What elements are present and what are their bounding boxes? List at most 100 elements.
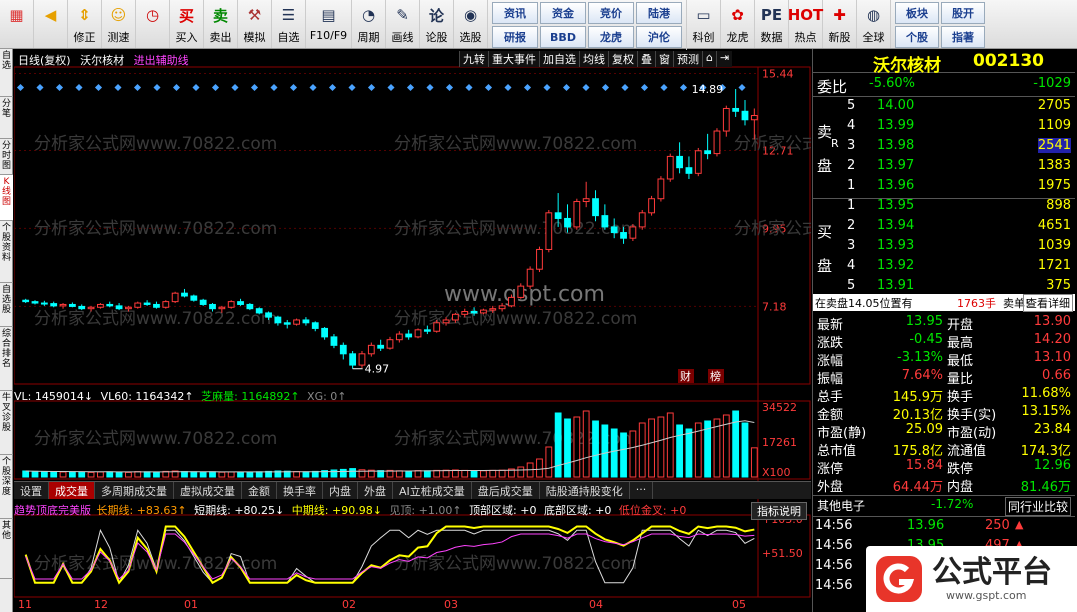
left-tab-4[interactable]: 个股资料: [0, 221, 13, 283]
toolbar-button-周期[interactable]: ◔ 周期: [352, 0, 386, 48]
quick-link-4[interactable]: 研报: [492, 26, 538, 48]
chart-tool-3[interactable]: 均线: [579, 51, 608, 67]
indicator-tab-11[interactable]: ···: [630, 482, 654, 499]
buy-level-row[interactable]: 3 13.93 1039: [813, 238, 1075, 258]
left-tab-8[interactable]: 个股深度: [0, 455, 13, 519]
sell-level: 5: [847, 98, 856, 113]
toolbar-button-龙虎[interactable]: ✿ 龙虎: [721, 0, 755, 48]
left-tab-7[interactable]: 牛叉诊股: [0, 391, 13, 455]
sell-level-row[interactable]: 5 14.00 2705: [813, 98, 1075, 118]
grid-icon: ▦: [9, 6, 24, 24]
indicator-tab-7[interactable]: 外盘: [358, 482, 393, 499]
toolbar-button-测速[interactable]: ☺ 测速: [102, 0, 136, 48]
toolbar-button-数据[interactable]: PE 数据: [755, 0, 789, 48]
toolbar-button-买入[interactable]: 买买入: [170, 0, 204, 48]
toolbar-button-新股[interactable]: ✚ 新股: [823, 0, 857, 48]
left-tab-6[interactable]: 综合排名: [0, 327, 13, 391]
cycle-icon: ◔: [361, 6, 376, 24]
quick-link-2[interactable]: 竞价: [588, 2, 634, 24]
buy-level-row[interactable]: 1 13.95 898: [813, 198, 1075, 218]
quick-link-6[interactable]: 龙虎: [588, 26, 634, 48]
indicator-tab-0[interactable]: 设置: [14, 482, 49, 499]
chart-tool-4[interactable]: 复权: [608, 51, 637, 67]
stat-label: 换手(实): [947, 408, 997, 423]
compare-industry-button[interactable]: 同行业比较: [1004, 497, 1071, 516]
stat-row: 振幅 7.64% 量比 0.66: [813, 368, 1075, 387]
stat-value: 13.95: [905, 314, 943, 329]
sell-level-row[interactable]: 2 13.97 1383: [813, 158, 1075, 178]
toolbar-button-F10/F9[interactable]: ▤ F10/F9: [306, 0, 352, 48]
toolbar-button-自选[interactable]: ☰ 自选: [272, 0, 306, 48]
quick-link2-3[interactable]: 指著: [941, 26, 985, 48]
chart-tool-0[interactable]: 九转: [459, 51, 488, 67]
toolbar-button-画线[interactable]: ✎ 画线: [386, 0, 420, 48]
quick-link2-1[interactable]: 股开: [941, 2, 985, 24]
buy-level-row[interactable]: 4 13.92 1721: [813, 258, 1075, 278]
toolbar-button-论股[interactable]: 论论股: [420, 0, 454, 48]
quick-link2-2[interactable]: 个股: [895, 26, 939, 48]
chart-tool-2[interactable]: 加自选: [539, 51, 579, 67]
indicator-tab-8[interactable]: AI立桩成交量: [393, 482, 472, 499]
stat-value: 174.3亿: [1020, 444, 1071, 459]
toolbar-button-全球[interactable]: ◍ 全球: [857, 0, 891, 48]
quick-link-0[interactable]: 资讯: [492, 2, 538, 24]
indicator-tab-2[interactable]: 多周期成交量: [95, 482, 174, 499]
toolbar-button-grid-icon[interactable]: ▦: [0, 0, 34, 48]
left-tab-2[interactable]: 分时图: [0, 139, 13, 175]
left-tab-9[interactable]: 其他: [0, 519, 13, 579]
sell-price: 13.99: [877, 118, 915, 133]
sell-level-row[interactable]: 3 13.98 2541: [813, 138, 1075, 158]
toolbar-quick-grid-2: 板块 股开 个股 指著: [891, 0, 989, 50]
chart-tool-7[interactable]: 预测: [673, 51, 702, 67]
indicator-tab-1[interactable]: 成交量: [49, 482, 95, 499]
indicator-tab-5[interactable]: 换手率: [277, 482, 323, 499]
toolbar-button-热点[interactable]: HOT 热点: [788, 0, 823, 48]
sell-level-row[interactable]: 1 13.96 1975: [813, 178, 1075, 198]
candle-body: [750, 115, 758, 121]
candle-body: [694, 150, 702, 174]
toolbar-button-back-arrow-icon[interactable]: ◀: [34, 0, 68, 48]
toolbar-button-科创[interactable]: ▭ 科创: [687, 0, 721, 48]
kline-chart-svg[interactable]: 15.4412.719.957.18www.gspt.com分析家公式网www.…: [14, 49, 811, 612]
indicator-tab-3[interactable]: 虚拟成交量: [174, 482, 242, 499]
toolbar-button-选股[interactable]: ◉ 选股: [454, 0, 488, 48]
expand-icon[interactable]: ⇥: [715, 51, 733, 67]
chart-tool-5[interactable]: 叠: [637, 51, 655, 67]
toolbar-button-模拟[interactable]: ⚒ 模拟: [238, 0, 272, 48]
high-price-label: 14.89: [692, 83, 724, 96]
chart-tool-6[interactable]: 窗: [655, 51, 673, 67]
chart-tool-1[interactable]: 重大事件: [488, 51, 539, 67]
lock-icon[interactable]: ⌂: [702, 51, 716, 67]
quick-link-3[interactable]: 陆港: [636, 2, 682, 24]
buy-volume: 1721: [1037, 258, 1071, 273]
indicator-help-button[interactable]: 指标说明: [751, 502, 807, 520]
candle-body: [68, 303, 76, 307]
quick-link2-0[interactable]: 板块: [895, 2, 939, 24]
left-tab-5[interactable]: 自选股: [0, 283, 13, 327]
toolbar-button-clock-icon[interactable]: ◷: [136, 0, 170, 48]
sell-level-row[interactable]: 4 13.99 1109: [813, 118, 1075, 138]
toolbar-button-卖出[interactable]: 卖卖出: [204, 0, 238, 48]
quick-link-1[interactable]: 资金: [540, 2, 586, 24]
watermark-70822: 分析家公式网www.70822.com: [394, 134, 637, 154]
toolbar-button-label: 全球: [862, 31, 885, 44]
buy-level-row[interactable]: 2 13.94 4651: [813, 218, 1075, 238]
volume-bar: [536, 458, 543, 478]
indicator-tab-9[interactable]: 盘后成交量: [472, 482, 540, 499]
toolbar-button-label: 买入: [175, 31, 198, 44]
buy-level: 1: [847, 198, 856, 213]
indicator-tab-10[interactable]: 陆股通持股变化: [540, 482, 630, 499]
toolbar-button-label: 论股: [425, 31, 448, 44]
toolbar-button-修正[interactable]: ⇕ 修正: [68, 0, 102, 48]
stat-label: 量比: [947, 372, 974, 387]
quick-link-7[interactable]: 沪伦: [636, 26, 682, 48]
lower-indicator-header: 趋势顶底完美版 长期线: +83.63↑ 短期线: +80.25↓ 中期线: +…: [14, 502, 686, 518]
indicator-tab-4[interactable]: 金额: [242, 482, 277, 499]
left-tab-3[interactable]: K线图: [0, 175, 13, 221]
view-detail-button[interactable]: 查看详细: [1023, 294, 1073, 312]
kline-chart-area[interactable]: 15.44 12.71 9.95 7.18 www.gspt.com 分析家公式网www.…: [14, 49, 811, 612]
indicator-tab-6[interactable]: 内盘: [323, 482, 358, 499]
left-tab-0[interactable]: 自选: [0, 49, 13, 97]
left-tab-1[interactable]: 分笔: [0, 97, 13, 139]
quick-link-5[interactable]: BBD: [540, 26, 586, 48]
